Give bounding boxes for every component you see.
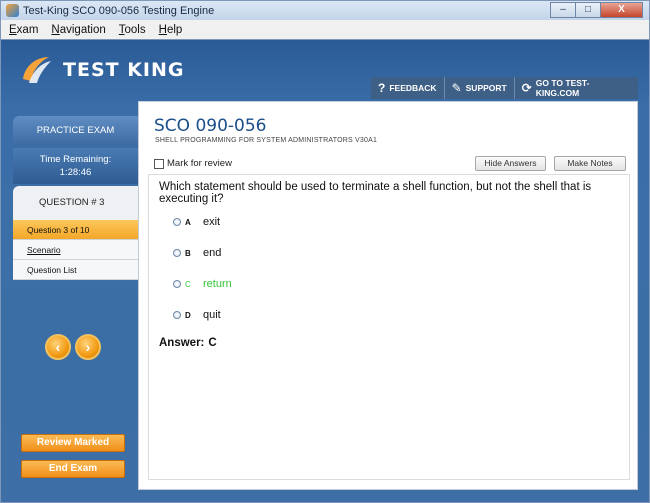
question-panel: SCO 090-056 SHELL PROGRAMMING FOR SYSTEM… [138,101,638,490]
menu-bar: Exam Navigation Tools Help [0,20,650,39]
mark-for-review[interactable]: Mark for review [154,158,232,169]
mark-review-checkbox[interactable] [154,158,164,169]
option-d-text: quit [203,309,221,321]
question-nav-list: Question 3 of 10 Scenario Question List [13,220,138,280]
exam-title: SCO 090-056 [154,116,267,136]
menu-tools[interactable]: Tools [119,24,146,36]
wrench-icon: ✎ [451,81,462,95]
option-a[interactable]: A exit [173,216,220,228]
option-b[interactable]: B end [173,247,221,259]
goto-site-link[interactable]: ⟳ GO TO TEST-KING.COM [513,77,638,99]
option-c-radio[interactable] [173,280,181,288]
support-link[interactable]: ✎ SUPPORT [443,77,514,99]
close-button[interactable]: X [600,2,643,18]
sidebar-item-question-list[interactable]: Question List [13,260,138,280]
window-titlebar: Test-King SCO 090-056 Testing Engine – □… [0,0,650,20]
practice-exam-tab[interactable]: PRACTICE EXAM [13,116,138,146]
exam-subtitle: SHELL PROGRAMMING FOR SYSTEM ADMINISTRAT… [155,137,378,144]
option-b-text: end [203,247,222,259]
time-value: 1:28:46 [59,167,92,178]
option-d-radio[interactable] [173,311,181,319]
sidebar-item-question-count[interactable]: Question 3 of 10 [13,220,138,240]
answer-value: C [208,337,217,349]
answer-label: Answer: [159,337,205,349]
menu-help[interactable]: Help [159,24,183,36]
app-icon [6,4,19,17]
top-nav: ? FEEDBACK ✎ SUPPORT ⟳ GO TO TEST-KING.C… [371,77,638,99]
logo-swoosh-icon [23,57,51,83]
make-notes-button[interactable]: Make Notes [554,156,626,171]
menu-navigation[interactable]: Navigation [51,24,105,36]
review-marked-button[interactable]: Review Marked [21,434,125,452]
window-title: Test-King SCO 090-056 Testing Engine [23,5,215,17]
option-c-letter: C [185,279,191,289]
option-b-letter: B [185,248,191,258]
window-controls: – □ X [550,2,643,19]
option-a-letter: A [185,217,191,227]
option-b-radio[interactable] [173,249,181,257]
option-d-letter: D [185,310,191,320]
hide-answers-button[interactable]: Hide Answers [475,156,546,171]
next-question-button[interactable]: › [75,334,101,360]
sidebar-item-scenario[interactable]: Scenario [13,240,138,260]
option-a-radio[interactable] [173,218,181,226]
time-label: Time Remaining: [39,154,112,165]
time-remaining: Time Remaining: 1:28:46 [13,148,138,184]
menu-exam[interactable]: Exam [9,24,38,36]
option-d[interactable]: D quit [173,309,221,321]
option-a-text: exit [203,216,221,228]
brand-name: TEST KING [63,59,185,81]
question-arrows: ‹ › [45,334,105,360]
answer: Answer: C [159,337,217,349]
question-box [148,174,630,480]
maximize-button[interactable]: □ [575,2,600,18]
option-c[interactable]: C return [173,278,232,290]
feedback-link[interactable]: ? FEEDBACK [371,77,444,99]
question-number-tab: QUESTION # 3 [13,186,148,220]
option-c-text: return [203,278,232,290]
mark-review-label: Mark for review [167,158,232,169]
question-mark-icon: ? [378,81,386,95]
end-exam-button[interactable]: End Exam [21,460,125,478]
minimize-button[interactable]: – [550,2,575,18]
question-text: Which statement should be used to termin… [159,181,592,205]
previous-question-button[interactable]: ‹ [45,334,71,360]
refresh-icon: ⟳ [521,81,532,95]
brand-logo: TEST KING [19,53,199,87]
